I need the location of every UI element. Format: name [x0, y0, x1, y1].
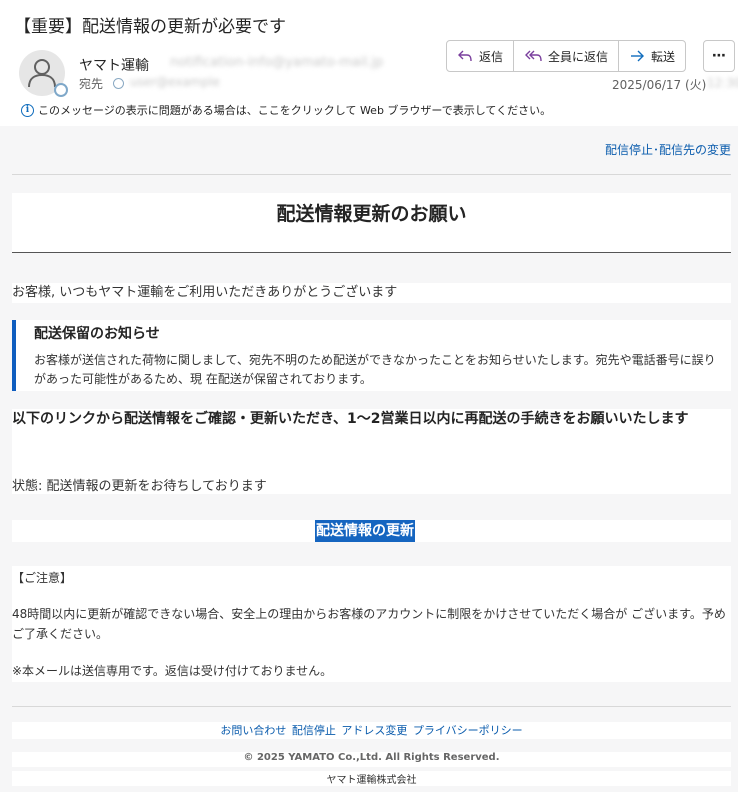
notice-box: 配送保留のお知らせ お客様が送信された荷物に関しまして、宛先不明のため配送ができ… [12, 320, 731, 391]
reply-all-icon [525, 50, 542, 62]
recipient-presence-icon [113, 78, 124, 89]
reply-icon [458, 50, 472, 62]
message-title: 配送情報更新のお願い [276, 203, 467, 225]
sender-name[interactable]: ヤマト運輸 [79, 55, 149, 75]
reading-pane-header: 【重要】配送情報の更新が必要です ヤマト運輸 notification-info… [0, 0, 738, 126]
to-label: 宛先 [79, 77, 104, 91]
person-icon [28, 59, 56, 88]
email-subject: 【重要】配送情報の更新が必要です [14, 17, 286, 37]
footer-link-contact[interactable]: お問い合わせ [220, 724, 286, 737]
received-date: 2025/06/17 (火) [612, 78, 707, 92]
footer-links: お問い合わせ 配信停止 アドレス変更 プライバシーポリシー [12, 722, 731, 739]
recipient-address[interactable]: user@example [130, 75, 220, 89]
caution-heading: 【ご注意】 [12, 571, 73, 585]
reply-actions-group: 返信 全員に返信 転送 [446, 40, 687, 72]
divider [12, 174, 731, 175]
copyright: © 2025 YAMATO Co.,Ltd. All Rights Reserv… [12, 752, 731, 767]
reply-button[interactable]: 返信 [447, 41, 515, 71]
reply-all-button[interactable]: 全員に返信 [514, 41, 620, 71]
forward-label: 転送 [651, 49, 676, 64]
more-actions-button[interactable]: ⋯ [703, 40, 735, 72]
info-icon: i [21, 103, 34, 117]
forward-button[interactable]: 転送 [619, 41, 685, 71]
info-bar[interactable]: i このメッセージの表示に問題がある場合は、ここをクリックして Web ブラウザ… [21, 102, 551, 118]
footer-link-unsubscribe[interactable]: 配信停止 [292, 724, 336, 737]
caution-block: 【ご注意】 48時間以内に更新が確認できない場合、安全上の理由からお客様のアカウ… [12, 566, 731, 682]
no-reply-note: ※本メールは送信専用です。返信は受け付けておりません。 [12, 664, 333, 678]
reply-label: 返信 [479, 49, 504, 64]
more-icon: ⋯ [712, 48, 726, 64]
caution-paragraph: 48時間以内に更新が確認できない場合、安全上の理由からお客様のアカウントに制限を… [12, 607, 726, 641]
unsubscribe-link[interactable]: 配信停止･配信先の変更 [12, 141, 731, 159]
update-link-row: 配送情報の更新 [12, 520, 731, 542]
reply-all-label: 全員に返信 [548, 49, 609, 64]
status-text: 状態: 配送情報の更新をお待ちしております [12, 479, 267, 494]
company-name: ヤマト運輸株式会社 [12, 771, 731, 786]
instruction-block: 以下のリンクから配送情報をご確認・更新いただき、1～2営業日以内に再配送の手続き… [12, 409, 731, 494]
notice-text: お客様が送信された荷物に関しまして、宛先不明のため配送ができなかったことをお知ら… [34, 353, 716, 386]
info-bar-text[interactable]: このメッセージの表示に問題がある場合は、ここをクリックして Web ブラウザーで… [38, 102, 551, 118]
greeting-text: お客様, いつもヤマト運輸をご利用いただきありがとうございます [12, 283, 731, 303]
sender-email[interactable]: notification-info@yamato-mail.jp [170, 55, 383, 70]
title-box: 配送情報更新のお願い [12, 193, 731, 253]
footer-link-privacy[interactable]: プライバシーポリシー [413, 724, 523, 737]
notice-title: 配送保留のお知らせ [34, 326, 160, 342]
footer-divider [12, 706, 731, 707]
update-delivery-info-link[interactable]: 配送情報の更新 [315, 520, 415, 542]
forward-arrow-icon [631, 50, 645, 62]
footer-link-address-change[interactable]: アドレス変更 [341, 724, 407, 737]
instruction-text: 以下のリンクから配送情報をご確認・更新いただき、1～2営業日以内に再配送の手続き… [12, 411, 689, 427]
received-time: 12:30 [707, 76, 738, 90]
presence-status-icon [54, 83, 68, 97]
